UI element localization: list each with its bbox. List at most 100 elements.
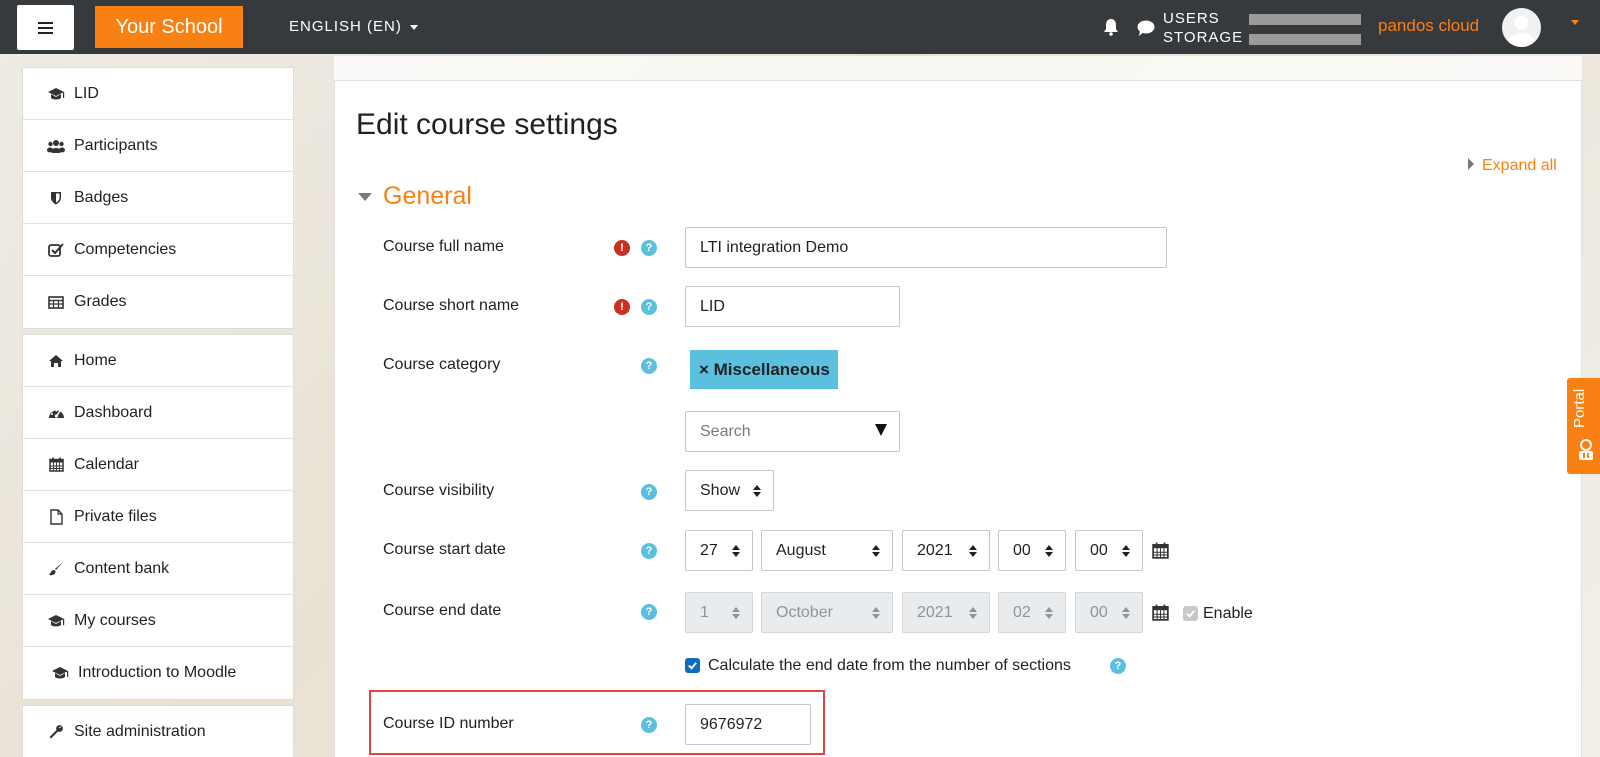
end-day-select[interactable]: 1	[685, 592, 753, 633]
avatar[interactable]	[1502, 8, 1541, 47]
end-hour-select[interactable]: 02	[998, 592, 1066, 633]
sidebar-item-badges[interactable]: Badges	[23, 172, 293, 224]
user-name[interactable]: pandos cloud	[1378, 16, 1479, 36]
bell-icon[interactable]	[1103, 18, 1119, 36]
help-icon[interactable]: ?	[1110, 658, 1126, 674]
sidebar-item-label: Calendar	[74, 455, 139, 473]
end-year-select[interactable]: 2021	[902, 592, 990, 633]
select-value: 00	[1013, 541, 1031, 559]
users-icon	[47, 138, 65, 154]
language-label: ENGLISH (EN)	[289, 18, 402, 35]
help-icon[interactable]: ?	[641, 358, 657, 374]
portal-side-tab[interactable]: Portal	[1567, 378, 1600, 474]
user-menu-chevron-icon[interactable]	[1571, 20, 1579, 25]
file-icon	[47, 508, 65, 525]
brush-icon	[47, 561, 65, 577]
chat-icon[interactable]	[1137, 20, 1155, 36]
end-date-enable-label: Enable	[1203, 605, 1253, 622]
sidebar-item-label: Participants	[74, 136, 158, 154]
help-icon[interactable]: ?	[641, 543, 657, 559]
calendar-icon[interactable]	[1152, 604, 1169, 621]
sidebar-item-label: Badges	[74, 188, 129, 206]
sidebar-item-label: Site administration	[74, 723, 206, 740]
sidebar-item-calendar[interactable]: Calendar	[23, 439, 293, 491]
category-tag-remove[interactable]: × Miscellaneous	[690, 350, 838, 389]
select-value: 2021	[917, 541, 953, 559]
updown-arrow-icon	[1122, 545, 1130, 557]
check-icon	[688, 662, 697, 670]
required-icon: !	[614, 240, 630, 256]
checkbox-icon	[47, 242, 65, 258]
visibility-select[interactable]: Show	[685, 470, 774, 511]
calendar-icon[interactable]	[1152, 542, 1169, 559]
help-icon[interactable]: ?	[641, 484, 657, 500]
sidebar-nav: LID Participants Badges Competencies Gra…	[22, 67, 294, 757]
sidebar-item-label: Private files	[74, 507, 157, 525]
language-menu[interactable]: ENGLISH (EN)	[289, 18, 418, 35]
site-brand-link[interactable]: Your School	[95, 6, 243, 48]
sidebar-item-grades[interactable]: Grades	[23, 276, 293, 328]
sidebar-item-label: Competencies	[74, 240, 177, 258]
required-icon: !	[614, 299, 630, 315]
sidebar-item-introduction-to-moodle[interactable]: Introduction to Moodle	[23, 647, 293, 699]
end-minute-select[interactable]: 00	[1075, 592, 1143, 633]
search-placeholder: Search	[700, 422, 751, 440]
sidebar-item-lid[interactable]: LID	[23, 68, 293, 120]
sidebar-item-home[interactable]: Home	[23, 335, 293, 387]
sidebar-item-content-bank[interactable]: Content bank	[23, 543, 293, 595]
storage-quota-bar	[1249, 34, 1361, 45]
start-month-select[interactable]: August	[761, 530, 893, 571]
section-title-general[interactable]: General	[383, 182, 472, 211]
menu-toggle-button[interactable]	[17, 5, 74, 50]
help-icon[interactable]: ?	[641, 604, 657, 620]
sidebar-item-label: Dashboard	[74, 403, 153, 421]
sidebar-item-private-files[interactable]: Private files	[23, 491, 293, 543]
fullname-input[interactable]: LTI integration Demo	[685, 227, 1167, 268]
dropdown-arrow-icon[interactable]	[875, 424, 887, 436]
help-icon[interactable]: ?	[641, 299, 657, 315]
end-month-select[interactable]: October	[761, 592, 893, 633]
idnumber-label: Course ID number	[383, 715, 514, 732]
fullname-label: Course full name	[383, 238, 504, 255]
portal-logo-icon	[1579, 439, 1593, 460]
startdate-label: Course start date	[383, 541, 506, 558]
updown-arrow-icon	[872, 545, 880, 557]
graduation-cap-icon	[47, 86, 65, 102]
check-icon	[1186, 610, 1195, 618]
help-icon[interactable]: ?	[641, 240, 657, 256]
category-search-input[interactable]: Search	[685, 411, 900, 452]
updown-arrow-icon	[732, 545, 740, 557]
select-value: August	[776, 541, 826, 559]
sidebar-item-my-courses[interactable]: My courses	[23, 595, 293, 647]
calc-end-date-checkbox[interactable]	[685, 658, 700, 673]
start-hour-select[interactable]: 00	[998, 530, 1066, 571]
help-icon[interactable]: ?	[641, 717, 657, 733]
sidebar-item-label: Introduction to Moodle	[78, 664, 237, 681]
updown-arrow-icon	[732, 607, 740, 619]
admin-nav-group: Site administration	[22, 705, 294, 757]
expand-all-link[interactable]: Expand all	[1468, 157, 1557, 175]
updown-arrow-icon	[753, 485, 761, 497]
sidebar-item-dashboard[interactable]: Dashboard	[23, 387, 293, 439]
sidebar-item-label: Home	[74, 351, 117, 369]
sidebar-item-label: LID	[74, 84, 99, 102]
sidebar-item-participants[interactable]: Participants	[23, 120, 293, 172]
idnumber-input[interactable]: 9676972	[685, 704, 811, 745]
sidebar-item-site-administration[interactable]: Site administration	[23, 706, 293, 757]
quota-storage-label: STORAGE	[1163, 29, 1244, 46]
select-value: Show	[700, 481, 741, 499]
caret-right-icon	[1468, 157, 1474, 170]
start-year-select[interactable]: 2021	[902, 530, 990, 571]
hamburger-icon	[38, 21, 53, 34]
select-value: 02	[1013, 603, 1031, 621]
section-collapse-icon[interactable]	[358, 193, 372, 201]
calendar-icon	[47, 457, 65, 473]
sidebar-item-competencies[interactable]: Competencies	[23, 224, 293, 276]
updown-arrow-icon	[1045, 607, 1053, 619]
start-minute-select[interactable]: 00	[1075, 530, 1143, 571]
updown-arrow-icon	[872, 607, 880, 619]
start-day-select[interactable]: 27	[685, 530, 753, 571]
end-date-enable-checkbox[interactable]	[1183, 606, 1198, 621]
shortname-input[interactable]: LID	[685, 286, 900, 327]
portal-label: Portal	[1571, 388, 1588, 428]
